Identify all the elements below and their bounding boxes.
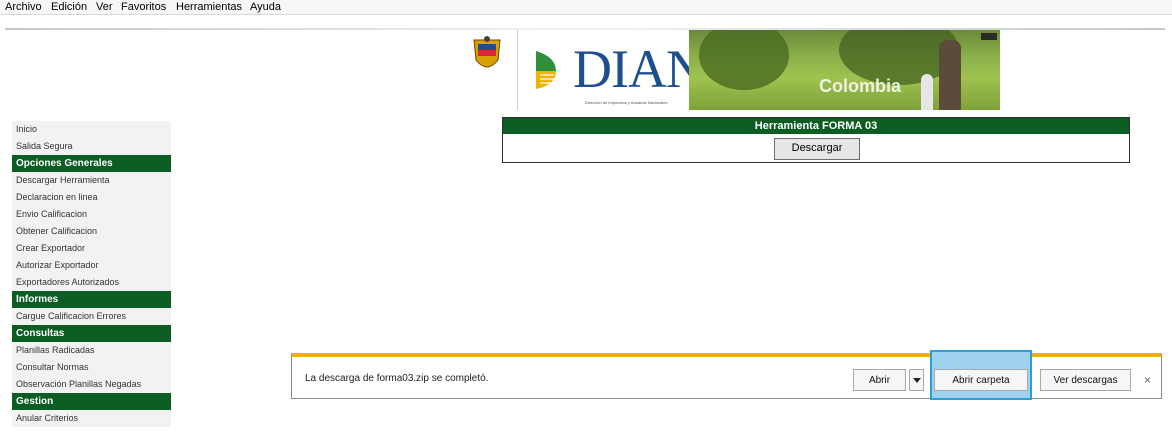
- dian-sun-logo-icon: [536, 51, 556, 89]
- sidebar-item-cargue-calificacion-errores[interactable]: Cargue Calificacion Errores: [12, 308, 171, 325]
- download-notification-bar: La descarga de forma03.zip se completó. …: [291, 350, 1162, 400]
- dian-logo-text: DIAN: [573, 39, 705, 99]
- sidebar-item-autorizar-exportador[interactable]: Autorizar Exportador: [12, 257, 171, 274]
- tool-download-panel: Herramienta FORMA 03 Descargar: [502, 117, 1130, 163]
- tool-panel-title: Herramienta FORMA 03: [503, 118, 1129, 134]
- menu-favoritos[interactable]: Favoritos: [121, 0, 166, 14]
- sidebar-item-planillas-radicadas[interactable]: Planillas Radicadas: [12, 342, 171, 359]
- menu-ver[interactable]: Ver: [96, 0, 113, 14]
- sidebar-header-opciones-generales: Opciones Generales: [12, 155, 171, 172]
- sidebar-header-informes: Informes: [12, 291, 171, 308]
- sidebar-item-obtener-calificacion[interactable]: Obtener Calificacion: [12, 223, 171, 240]
- sidebar-header-consultas: Consultas: [12, 325, 171, 342]
- view-downloads-button[interactable]: Ver descargas: [1040, 369, 1131, 391]
- sidebar-header-gestion: Gestion: [12, 393, 171, 410]
- sidebar-menu: Inicio Salida Segura Opciones Generales …: [12, 121, 171, 427]
- menu-edicion[interactable]: Edición: [51, 0, 87, 14]
- open-file-button[interactable]: Abrir: [853, 369, 906, 391]
- download-complete-message: La descarga de forma03.zip se completó.: [305, 373, 489, 384]
- sidebar-item-envio-calificacion[interactable]: Envio Calificacion: [12, 206, 171, 223]
- colombia-coat-of-arms-icon: [473, 36, 501, 68]
- header-banner: DIAN Dirección de Impuestos y Aduanas Na…: [467, 30, 1000, 110]
- sidebar-item-consultar-normas[interactable]: Consultar Normas: [12, 359, 171, 376]
- menu-herramientas[interactable]: Herramientas: [176, 0, 242, 14]
- menu-ayuda[interactable]: Ayuda: [250, 0, 281, 14]
- dian-logo-subtitle: Dirección de Impuestos y Aduanas Naciona…: [585, 100, 668, 105]
- child-figure: [921, 74, 933, 110]
- banner-divider: [517, 30, 518, 110]
- menu-archivo[interactable]: Archivo: [5, 0, 42, 14]
- banner-photo: Colombia: [689, 30, 1000, 110]
- sidebar-item-exportadores-autorizados[interactable]: Exportadores Autorizados: [12, 274, 171, 291]
- sidebar-item-descargar-herramienta[interactable]: Descargar Herramienta: [12, 172, 171, 189]
- sidebar-item-observacion-planillas-negadas[interactable]: Observación Planillas Negadas: [12, 376, 171, 393]
- tree-shape: [699, 30, 789, 90]
- sidebar-item-crear-exportador[interactable]: Crear Exportador: [12, 240, 171, 257]
- sidebar-item-anular-criterios[interactable]: Anular Criterios: [12, 410, 171, 427]
- close-notification-icon[interactable]: ×: [1144, 373, 1151, 387]
- adult-figure: [939, 40, 961, 110]
- sidebar-item-inicio[interactable]: Inicio: [12, 121, 171, 138]
- slideshow-arrows-icon[interactable]: [981, 33, 997, 40]
- banner-photo-caption: Colombia: [819, 76, 902, 96]
- sidebar-item-declaracion-en-linea[interactable]: Declaracion en linea: [12, 189, 171, 206]
- sidebar-item-salida-segura[interactable]: Salida Segura: [12, 138, 171, 155]
- descargar-button[interactable]: Descargar: [774, 138, 860, 160]
- open-options-dropdown-button[interactable]: [909, 369, 924, 391]
- open-folder-button[interactable]: Abrir carpeta: [934, 369, 1028, 391]
- menu-bar: Archivo Edición Ver Favoritos Herramient…: [0, 0, 1172, 15]
